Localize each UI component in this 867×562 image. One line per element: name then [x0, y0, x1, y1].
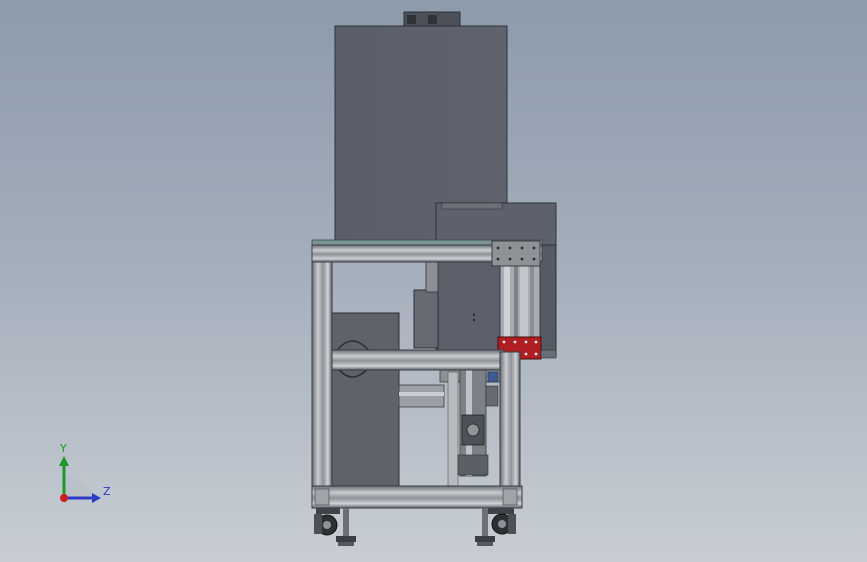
triad-plane-shade — [64, 476, 96, 498]
cad-model-view[interactable] — [0, 0, 867, 562]
x-axis-dot — [60, 494, 68, 502]
graphics-viewport[interactable]: Y Z — [0, 0, 867, 562]
caster-right — [488, 508, 516, 535]
bracket-right — [540, 349, 557, 359]
y-axis-label: Y — [60, 442, 67, 455]
y-axis-arrowhead — [59, 456, 69, 466]
z-axis-arrowhead — [92, 493, 101, 503]
top-vent-block — [403, 11, 461, 28]
caster-left — [314, 508, 340, 536]
lower-mechanism — [398, 367, 501, 488]
z-axis-label: Z — [103, 485, 111, 498]
coordinate-triad: Y Z — [50, 440, 120, 510]
lower-cabinet — [329, 312, 400, 490]
inner-panel — [413, 261, 501, 353]
